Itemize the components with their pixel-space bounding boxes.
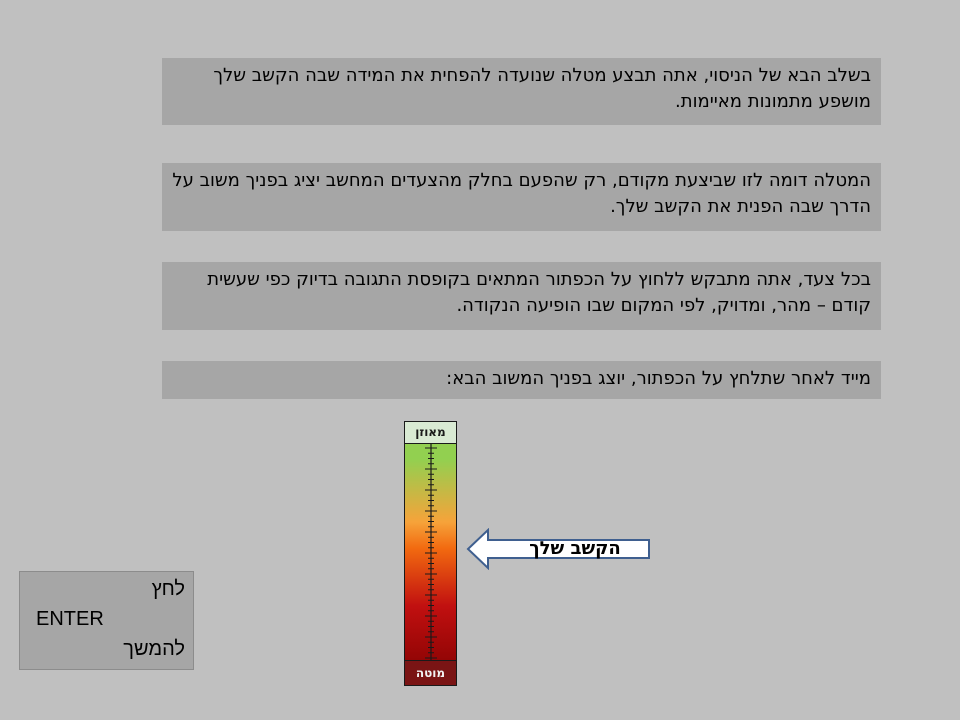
instruction-text-3: בכל צעד, אתה מתבקש ללחוץ על הכפתור המתאי… (162, 262, 881, 330)
continue-press-text: לחץ (151, 578, 185, 600)
attention-feedback-gauge: מאוזן מוטה (404, 421, 457, 686)
instruction-text-1: בשלב הבא של הניסוי, אתה תבצע מטלה שנועדה… (162, 58, 881, 125)
continue-enter-key: ENTER (36, 608, 104, 630)
gauge-top-label: מאוזן (405, 422, 456, 444)
gauge-bottom-label: מוטה (405, 660, 456, 685)
your-attention-label: הקשב שלך (529, 538, 621, 559)
continue-text: להמשך (123, 638, 185, 660)
continue-prompt[interactable]: לחץ ENTER להמשך (19, 571, 194, 670)
instruction-text-4: מייד לאחר שתלחץ על הכפתור, יוצג בפניך המ… (162, 361, 881, 399)
instruction-text-2: המטלה דומה לזו שביצעת מקודם, רק שהפעם בח… (162, 163, 881, 231)
gauge-scale (425, 444, 437, 662)
